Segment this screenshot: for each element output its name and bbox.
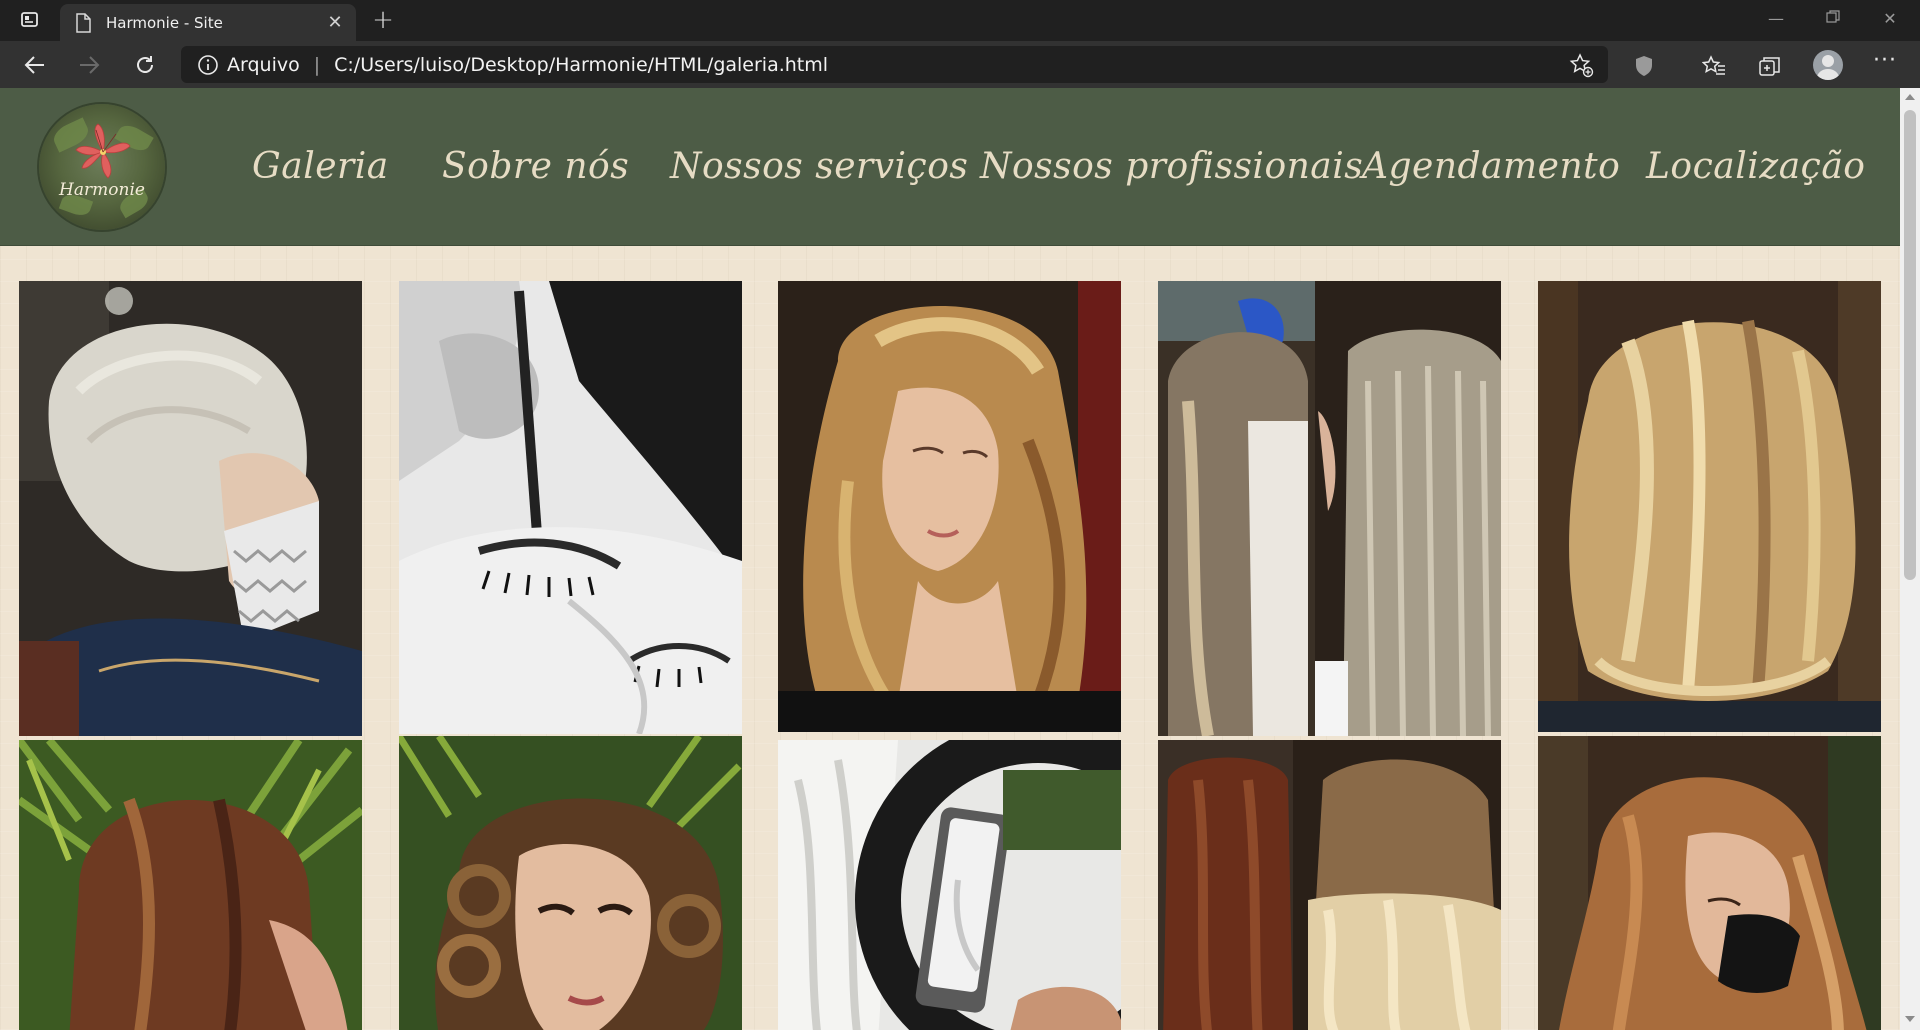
gallery-image-9[interactable]	[1158, 740, 1501, 1030]
refresh-icon	[137, 56, 153, 73]
gallery-image-6[interactable]	[19, 740, 362, 1030]
forward-button[interactable]	[73, 49, 105, 81]
gallery-image-7[interactable]	[399, 736, 742, 1030]
gallery-image-3[interactable]	[778, 281, 1121, 732]
address-scheme: Arquivo	[227, 53, 300, 76]
browser-tab-bar: Harmonie - Site ✕ + — ✕	[0, 0, 1920, 41]
address-separator: |	[313, 53, 321, 76]
site-header: Harmonie Galeria Sobre nós Nossos serviç…	[0, 88, 1900, 246]
nav-agendamento[interactable]: Agendamento	[1362, 146, 1620, 206]
minimize-button[interactable]: —	[1756, 6, 1796, 32]
add-favorite-icon[interactable]	[1568, 52, 1594, 78]
nav-nossos-profissionais[interactable]: Nossos profissionais	[980, 146, 1363, 206]
logo-text: Harmonie	[59, 180, 145, 200]
gallery-image-4[interactable]	[1158, 281, 1501, 736]
nav-localizacao[interactable]: Localização	[1646, 146, 1865, 206]
gallery-image-2[interactable]	[399, 281, 742, 734]
new-tab-button[interactable]: +	[368, 6, 398, 36]
scroll-up-icon[interactable]	[1905, 94, 1915, 100]
restore-button[interactable]	[1813, 6, 1853, 32]
tab-title: Harmonie - Site	[106, 13, 223, 32]
nav-galeria[interactable]: Galeria	[252, 146, 389, 206]
page-icon	[76, 12, 91, 33]
url-text[interactable]: C:/Users/luiso/Desktop/Harmonie/HTML/gal…	[334, 54, 1568, 76]
browser-tab-active[interactable]: Harmonie - Site ✕	[60, 4, 356, 41]
info-icon[interactable]	[197, 54, 219, 76]
page-viewport: Harmonie Galeria Sobre nós Nossos serviç…	[0, 88, 1900, 1030]
reload-button[interactable]	[129, 49, 161, 81]
profile-avatar[interactable]	[1813, 50, 1843, 80]
gallery-image-10[interactable]	[1538, 736, 1881, 1030]
arrow-right-icon	[80, 56, 100, 74]
gallery-image-8[interactable]	[778, 740, 1121, 1030]
page-scrollbar[interactable]	[1900, 88, 1920, 1030]
gallery-image-5[interactable]	[1538, 281, 1881, 732]
nav-nossos-servicos[interactable]: Nossos serviços	[670, 146, 968, 206]
address-bar[interactable]: Arquivo | C:/Users/luiso/Desktop/Harmoni…	[181, 46, 1608, 83]
close-window-button[interactable]: ✕	[1870, 6, 1910, 32]
scroll-down-icon[interactable]	[1905, 1016, 1915, 1022]
arrow-left-icon	[24, 56, 44, 74]
close-tab-icon[interactable]: ✕	[326, 13, 344, 32]
favorites-icon[interactable]	[1701, 53, 1727, 79]
back-button[interactable]	[19, 49, 51, 81]
gallery-image-1[interactable]	[19, 281, 362, 736]
scroll-thumb[interactable]	[1904, 110, 1916, 580]
collections-icon[interactable]	[1757, 53, 1783, 79]
nav-sobre-nos[interactable]: Sobre nós	[442, 146, 629, 206]
tracking-prevention-icon[interactable]	[1631, 53, 1657, 79]
site-logo[interactable]: Harmonie	[39, 104, 165, 230]
browser-toolbar: Arquivo | C:/Users/luiso/Desktop/Harmoni…	[0, 41, 1920, 88]
flower-icon	[75, 123, 131, 179]
more-options-icon[interactable]: ···	[1870, 50, 1900, 77]
tab-actions-icon[interactable]	[16, 9, 44, 31]
